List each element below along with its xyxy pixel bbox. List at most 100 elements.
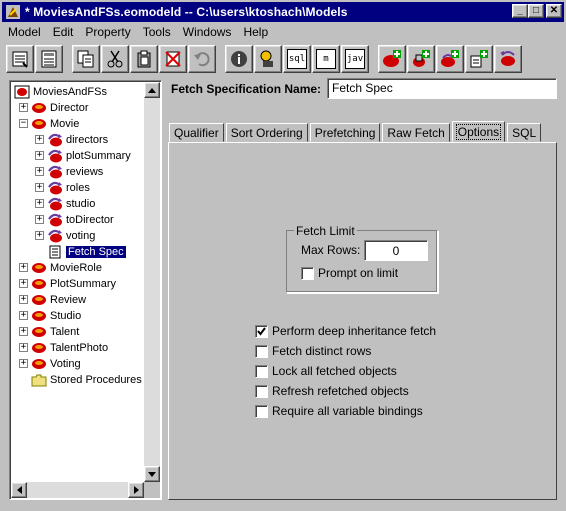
menu-property[interactable]: Property xyxy=(79,25,136,39)
add-entity-button[interactable] xyxy=(378,45,406,73)
lock-fetched-checkbox[interactable]: Lock all fetched objects xyxy=(255,364,397,378)
cut-icon xyxy=(105,49,125,69)
menu-model[interactable]: Model xyxy=(2,25,47,39)
paste-icon xyxy=(134,49,154,69)
expand-toggle[interactable]: + xyxy=(19,295,28,304)
scroll-down-button[interactable] xyxy=(144,466,160,482)
app-icon[interactable] xyxy=(5,4,21,20)
table-mode-button[interactable] xyxy=(35,45,63,73)
relationship-icon xyxy=(47,133,63,147)
expand-toggle[interactable]: + xyxy=(19,327,28,336)
model-tree[interactable]: MoviesAndFSs + Director − Movie + directors + p… xyxy=(9,80,162,500)
menu-help[interactable]: Help xyxy=(237,25,274,39)
menu-tools[interactable]: Tools xyxy=(137,25,177,39)
expand-toggle[interactable]: + xyxy=(35,167,44,176)
sql-icon: sql xyxy=(287,49,307,69)
entity-icon xyxy=(31,341,47,355)
tab-sort-ordering[interactable]: Sort Ordering xyxy=(225,123,308,142)
tree-item[interactable]: toDirector xyxy=(47,212,114,228)
tree-item[interactable]: roles xyxy=(47,180,90,196)
undo-button[interactable] xyxy=(188,45,216,73)
scroll-right-button[interactable] xyxy=(128,482,144,498)
tree-item[interactable]: Talent xyxy=(31,324,79,340)
prompt-on-limit-checkbox[interactable]: Prompt on limit xyxy=(301,266,398,280)
tab-raw-fetch[interactable]: Raw Fetch xyxy=(382,123,450,142)
expand-toggle[interactable]: + xyxy=(19,311,28,320)
scroll-left-button[interactable] xyxy=(11,482,27,498)
fetch-spec-name-input[interactable]: Fetch Spec xyxy=(327,78,557,99)
tree-item[interactable]: Studio xyxy=(31,308,81,324)
tree-item[interactable]: Director xyxy=(31,100,89,116)
tree-root-label: MoviesAndFSs xyxy=(33,86,107,98)
browse-button[interactable] xyxy=(6,45,34,73)
add-relationship-button[interactable] xyxy=(436,45,464,73)
expand-toggle[interactable]: + xyxy=(35,135,44,144)
fetch-limit-title: Fetch Limit xyxy=(294,224,357,238)
expand-toggle[interactable]: + xyxy=(19,359,28,368)
tree-item[interactable]: reviews xyxy=(47,164,103,180)
tab-options[interactable]: Options xyxy=(451,121,506,142)
refresh-refetched-checkbox[interactable]: Refresh refetched objects xyxy=(255,384,409,398)
relationship-icon xyxy=(47,229,63,243)
tree-item[interactable]: Stored Procedures xyxy=(31,372,142,388)
max-rows-input[interactable]: 0 xyxy=(364,240,428,261)
sql-button[interactable]: sql xyxy=(283,45,311,73)
add-attribute-button[interactable] xyxy=(407,45,435,73)
expand-toggle[interactable]: + xyxy=(35,215,44,224)
tree-item-label: MovieRole xyxy=(50,262,102,274)
tree-item[interactable]: Voting xyxy=(31,356,81,372)
expand-toggle[interactable]: + xyxy=(19,103,28,112)
deep-inheritance-checkbox[interactable]: Perform deep inheritance fetch xyxy=(255,324,436,338)
expand-toggle[interactable]: + xyxy=(35,199,44,208)
tree-item[interactable]: Review xyxy=(31,292,86,308)
expand-toggle[interactable]: + xyxy=(35,183,44,192)
expand-toggle[interactable]: + xyxy=(35,151,44,160)
inspect-button[interactable] xyxy=(254,45,282,73)
delete-button[interactable] xyxy=(159,45,187,73)
tree-item[interactable]: Movie xyxy=(31,116,79,132)
tree-item[interactable]: studio xyxy=(47,196,95,212)
menu-bar: Model Edit Property Tools Windows Help xyxy=(2,23,274,41)
tree-root[interactable]: MoviesAndFSs xyxy=(14,84,107,100)
maximize-button[interactable]: □ xyxy=(528,4,544,18)
tree-item[interactable]: TalentPhoto xyxy=(31,340,108,356)
expand-toggle[interactable]: + xyxy=(35,231,44,240)
tab-qualifier[interactable]: Qualifier xyxy=(169,123,224,142)
tab-sql[interactable]: SQL xyxy=(507,123,542,142)
require-bindings-checkbox[interactable]: Require all variable bindings xyxy=(255,404,423,418)
copy-icon xyxy=(76,49,96,69)
fetch-distinct-checkbox[interactable]: Fetch distinct rows xyxy=(255,344,371,358)
tree-item[interactable]: voting xyxy=(47,228,95,244)
tree-item-label: voting xyxy=(66,230,96,242)
expand-toggle[interactable]: + xyxy=(19,279,28,288)
tree-item[interactable]: Fetch Spec xyxy=(47,244,126,260)
java-icon: jav xyxy=(345,49,365,69)
java-button[interactable]: jav xyxy=(341,45,369,73)
tree-horizontal-scrollbar[interactable] xyxy=(11,482,144,498)
toolbar: sql m jav xyxy=(6,44,523,74)
expand-toggle[interactable]: + xyxy=(19,343,28,352)
generate-button[interactable]: m xyxy=(312,45,340,73)
scroll-up-button[interactable] xyxy=(144,82,160,98)
checkbox-box xyxy=(255,324,268,338)
expand-toggle[interactable]: + xyxy=(19,263,28,272)
tree-item[interactable]: plotSummary xyxy=(47,148,131,164)
minimize-button[interactable]: _ xyxy=(512,4,528,18)
add-fetch-spec-button[interactable] xyxy=(465,45,493,73)
cut-button[interactable] xyxy=(101,45,129,73)
collapse-toggle[interactable]: − xyxy=(19,119,28,128)
undo-icon xyxy=(192,49,212,69)
tree-item[interactable]: directors xyxy=(47,132,108,148)
flatten-button[interactable] xyxy=(494,45,522,73)
paste-button[interactable] xyxy=(130,45,158,73)
arrow-up-icon xyxy=(148,87,156,93)
close-button[interactable]: ✕ xyxy=(546,4,562,18)
tree-item[interactable]: PlotSummary xyxy=(31,276,116,292)
menu-edit[interactable]: Edit xyxy=(47,25,80,39)
tree-item[interactable]: MovieRole xyxy=(31,260,102,276)
tree-vertical-scrollbar[interactable] xyxy=(144,82,160,482)
copy-button[interactable] xyxy=(72,45,100,73)
info-button[interactable] xyxy=(225,45,253,73)
tab-prefetching[interactable]: Prefetching xyxy=(309,123,381,142)
menu-windows[interactable]: Windows xyxy=(177,25,238,39)
